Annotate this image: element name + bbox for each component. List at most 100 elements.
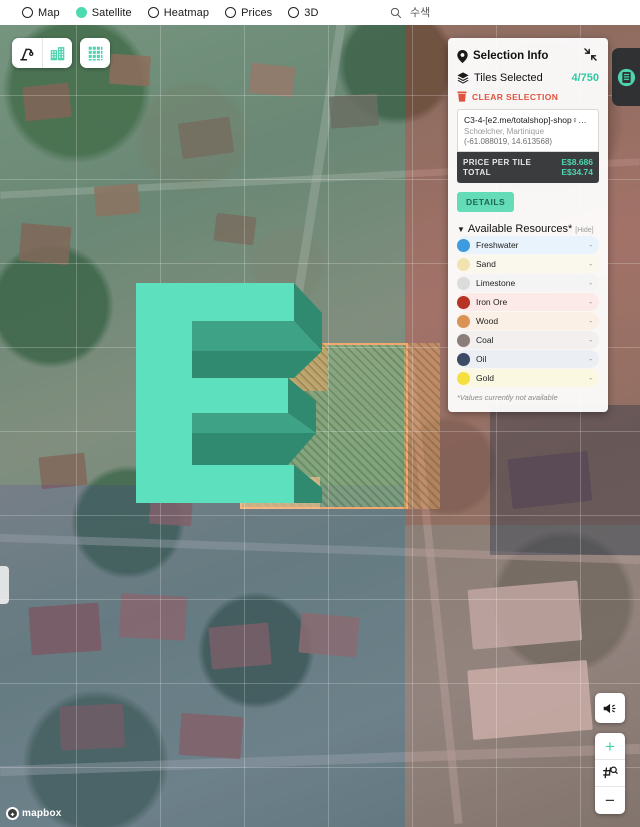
resources-list: Freshwater - Sand - Limestone - Iron Ore - Wood -… (457, 236, 599, 387)
resource-row[interactable]: Limestone - (457, 274, 599, 292)
map-tool-bar (12, 38, 110, 68)
resource-value: - (589, 354, 592, 364)
mapbox-label: mapbox (22, 808, 62, 819)
tiles-selected-value: 4/750 (571, 72, 599, 84)
available-resources-header[interactable]: ▼ Available Resources* [Hide] (457, 223, 599, 235)
map-pin-icon (457, 49, 468, 63)
map-building (18, 222, 72, 266)
tile-name: C3-4-[e2.me/totalshop]-shop♀… (464, 115, 587, 125)
crane-tool-button[interactable] (12, 38, 42, 68)
panel-title-group: Selection Info (457, 49, 548, 63)
mode-label: Heatmap (163, 6, 210, 19)
resource-name: Wood (476, 316, 499, 326)
resource-value: - (589, 373, 592, 383)
radio-icon (22, 7, 33, 18)
map-building (118, 593, 188, 641)
resource-name: Gold (476, 373, 494, 383)
left-drawer-handle[interactable] (0, 566, 9, 604)
resource-color-dot (457, 333, 470, 347)
total-price-label: TOTAL (463, 168, 491, 177)
plus-icon: + (605, 736, 615, 756)
resource-value: - (589, 240, 592, 250)
map-building (93, 183, 141, 217)
mode-option-3d[interactable]: 3D (288, 7, 318, 19)
buildings-layer-button[interactable] (42, 38, 72, 68)
mapbox-attribution[interactable]: mapbox (6, 807, 62, 820)
search-icon (390, 7, 402, 18)
list-panel-tab[interactable] (612, 48, 640, 106)
mode-option-satellite[interactable]: Satellite (75, 7, 132, 19)
resource-value: - (589, 259, 592, 269)
collapse-panel-button[interactable] (582, 46, 599, 66)
resource-row[interactable]: Iron Ore - (457, 293, 599, 311)
resource-color-dot (457, 238, 470, 252)
map-building (248, 62, 296, 98)
map-building (507, 450, 593, 510)
resource-row[interactable]: Coal - (457, 331, 599, 349)
selected-tile-card[interactable]: C3-4-[e2.me/totalshop]-shop♀… Schœlcher,… (457, 109, 599, 152)
resource-row[interactable]: Wood - (457, 312, 599, 330)
zoom-out-button[interactable]: − (595, 787, 625, 814)
resource-value: - (589, 278, 592, 288)
map-building (178, 712, 244, 760)
resource-value: - (589, 297, 592, 307)
resource-value: - (589, 335, 592, 345)
resource-row[interactable]: Gold - (457, 369, 599, 387)
grid-search-icon (603, 766, 618, 779)
panel-header: Selection Info (457, 46, 599, 66)
map-building (109, 53, 151, 87)
resource-name: Sand (476, 259, 496, 269)
search-input[interactable] (410, 6, 640, 19)
price-summary: PRICE PER TILE E$8.686 TOTAL E$34.74 (457, 152, 599, 183)
resource-value: - (589, 316, 592, 326)
price-per-tile-label: PRICE PER TILE (463, 158, 532, 167)
map-mode-radio-group: Map Satellite Heatmap Prices 3D (0, 7, 319, 19)
resource-color-dot (457, 371, 470, 385)
building-icon (50, 46, 65, 60)
resource-color-dot (457, 295, 470, 309)
resource-name: Iron Ore (476, 297, 508, 307)
search-bar (390, 0, 640, 25)
tiles-selected-row: Tiles Selected 4/750 (457, 72, 599, 84)
map-building (177, 116, 235, 160)
tool-group-primary (12, 38, 72, 68)
announcements-button[interactable] (595, 693, 625, 723)
available-resources-title: Available Resources* (467, 223, 573, 235)
list-panel-icon (617, 68, 635, 86)
hide-resources-link[interactable]: [Hide] (575, 227, 593, 234)
mode-option-prices[interactable]: Prices (225, 7, 272, 19)
tile-place: Schœlcher, Martinique (464, 127, 545, 136)
radio-icon (225, 7, 237, 18)
resource-row[interactable]: Oil - (457, 350, 599, 368)
price-per-tile-value: E$8.686 (561, 157, 593, 167)
minus-icon: − (605, 791, 615, 810)
resource-name: Oil (476, 354, 487, 364)
clear-selection-button[interactable]: CLEAR SELECTION (457, 91, 599, 102)
earth2-e-logo (136, 283, 322, 503)
mode-label: Map (38, 6, 60, 19)
map-building (28, 602, 102, 656)
crane-icon (19, 47, 33, 60)
mode-option-map[interactable]: Map (22, 7, 60, 19)
selection-info-panel: Selection Info Tiles Selected 4/750 CLEA… (448, 38, 608, 412)
details-button[interactable]: DETAILS (457, 192, 515, 212)
mapbox-logo-icon (6, 807, 19, 820)
price-per-tile-row: PRICE PER TILE E$8.686 (463, 157, 593, 167)
resource-color-dot (457, 352, 470, 366)
map-building (298, 612, 360, 658)
resource-color-dot (457, 257, 470, 271)
map-building (58, 703, 126, 751)
resource-row[interactable]: Sand - (457, 255, 599, 273)
collapse-icon (584, 48, 597, 61)
app-root: Map Satellite Heatmap Prices 3D 수색 Selec… (0, 0, 640, 827)
mode-option-heatmap[interactable]: Heatmap (147, 6, 210, 19)
resource-row[interactable]: Freshwater - (457, 236, 599, 254)
zoom-in-button[interactable]: + (595, 733, 625, 760)
top-bar: Map Satellite Heatmap Prices 3D (0, 0, 640, 25)
grid-layer-button[interactable] (80, 38, 110, 68)
map-building (328, 93, 380, 129)
grid-icon (88, 46, 102, 60)
tool-group-grid (80, 38, 110, 68)
find-tile-button[interactable] (595, 760, 625, 787)
chevron-down-icon: ▼ (457, 225, 465, 234)
